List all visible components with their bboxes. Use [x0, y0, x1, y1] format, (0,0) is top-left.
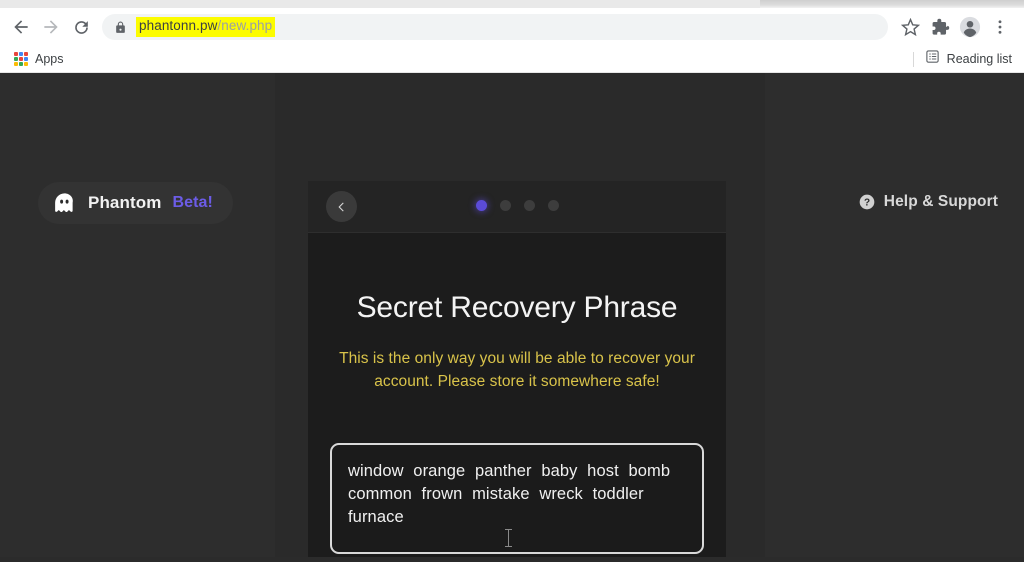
reload-icon	[74, 20, 88, 34]
card-header	[308, 181, 726, 233]
apps-grid-icon	[14, 52, 28, 66]
bookmark-star-icon[interactable]	[896, 13, 924, 41]
phantom-onboarding-page: Phantom Beta! ? Help & Support Secret Re…	[0, 73, 1024, 557]
tab-strip	[0, 0, 1024, 8]
profile-avatar-icon[interactable]	[956, 13, 984, 41]
url-text: phantonn.pw/new.php	[136, 17, 276, 37]
step-dot-1[interactable]	[475, 200, 487, 211]
browser-chrome: phantonn.pw/new.php Apps Reading list	[0, 0, 1024, 73]
help-and-support-label: Help & Support	[883, 193, 998, 210]
address-bar[interactable]: phantonn.pw/new.php	[102, 14, 888, 40]
question-circle-icon: ?	[859, 194, 875, 210]
url-host: phantonn.pw	[139, 18, 218, 34]
phantom-ghost-icon	[52, 191, 77, 216]
recovery-phrase-box[interactable]: window orange panther baby host bomb com…	[330, 442, 704, 554]
page-title: Secret Recovery Phrase	[356, 291, 678, 324]
toolbar-divider	[912, 51, 914, 67]
reload-button[interactable]	[66, 12, 96, 42]
extensions-puzzle-icon[interactable]	[926, 13, 954, 41]
svg-text:?: ?	[864, 197, 870, 208]
recovery-warning-text: This is the only way you will be able to…	[339, 350, 695, 391]
forward-button[interactable]	[36, 12, 66, 42]
help-and-support-link[interactable]: ? Help & Support	[859, 193, 998, 211]
card-body: Secret Recovery Phrase This is the only …	[308, 291, 726, 557]
back-button[interactable]	[6, 12, 36, 42]
arrow-left-icon	[14, 20, 28, 34]
step-indicator	[308, 200, 726, 211]
phantom-brand-name: Phantom	[88, 193, 162, 212]
text-cursor	[505, 528, 512, 547]
step-dot-3[interactable]	[523, 200, 535, 211]
active-tab[interactable]	[0, 0, 760, 8]
reading-list-icon	[925, 49, 940, 69]
lock-icon	[114, 21, 127, 34]
arrow-right-icon	[44, 20, 58, 34]
browser-toolbar: phantonn.pw/new.php	[0, 8, 1024, 46]
bookmarks-bar: Apps Reading list	[0, 46, 1024, 73]
step-dot-2[interactable]	[499, 200, 511, 211]
phantom-beta-tag: Beta!	[172, 194, 213, 211]
chrome-menu-icon[interactable]	[986, 13, 1014, 41]
reading-list-label[interactable]: Reading list	[947, 50, 1018, 68]
recovery-phrase-text: window orange panther baby host bomb com…	[348, 461, 671, 527]
bookmark-apps-label: Apps	[35, 52, 64, 66]
toolbar-icon-group	[896, 13, 1014, 41]
step-dot-4[interactable]	[547, 200, 559, 211]
url-path: /new.php	[217, 18, 273, 34]
reading-list-group: Reading list	[912, 46, 1018, 72]
phantom-brand[interactable]: Phantom Beta!	[38, 182, 233, 224]
bookmark-apps[interactable]: Apps	[8, 50, 70, 68]
onboarding-card: Secret Recovery Phrase This is the only …	[308, 181, 726, 557]
